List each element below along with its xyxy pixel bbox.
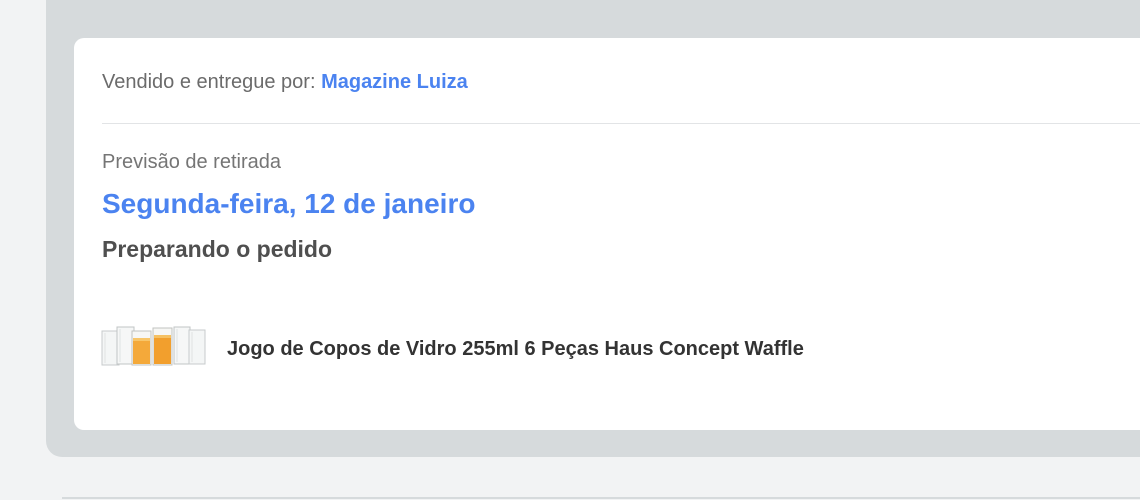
glass-1 (101, 330, 120, 366)
order-status: Preparando o pedido (102, 236, 333, 262)
glass-4 (152, 327, 173, 366)
seller-prefix: Vendido e entregue por: (102, 71, 322, 93)
seller-name: Magazine Luiza (321, 71, 468, 93)
pickup-date: Segunda-feira, 12 de janeiro (102, 188, 476, 219)
glass-3 (131, 330, 152, 366)
product-thumbnail[interactable] (101, 323, 207, 367)
seller-row: Vendido e entregue por: Magazine Luiza (102, 71, 468, 94)
glass-2 (116, 326, 135, 365)
divider (102, 123, 1140, 124)
glass-6 (188, 329, 206, 365)
pickup-label: Previsão de retirada (102, 151, 281, 173)
order-card: Vendido e entregue por: Magazine Luiza P… (74, 38, 1140, 430)
product-name[interactable]: Jogo de Copos de Vidro 255ml 6 Peças Hau… (227, 338, 804, 361)
glass-5 (173, 326, 191, 365)
next-section-edge (62, 497, 1140, 499)
